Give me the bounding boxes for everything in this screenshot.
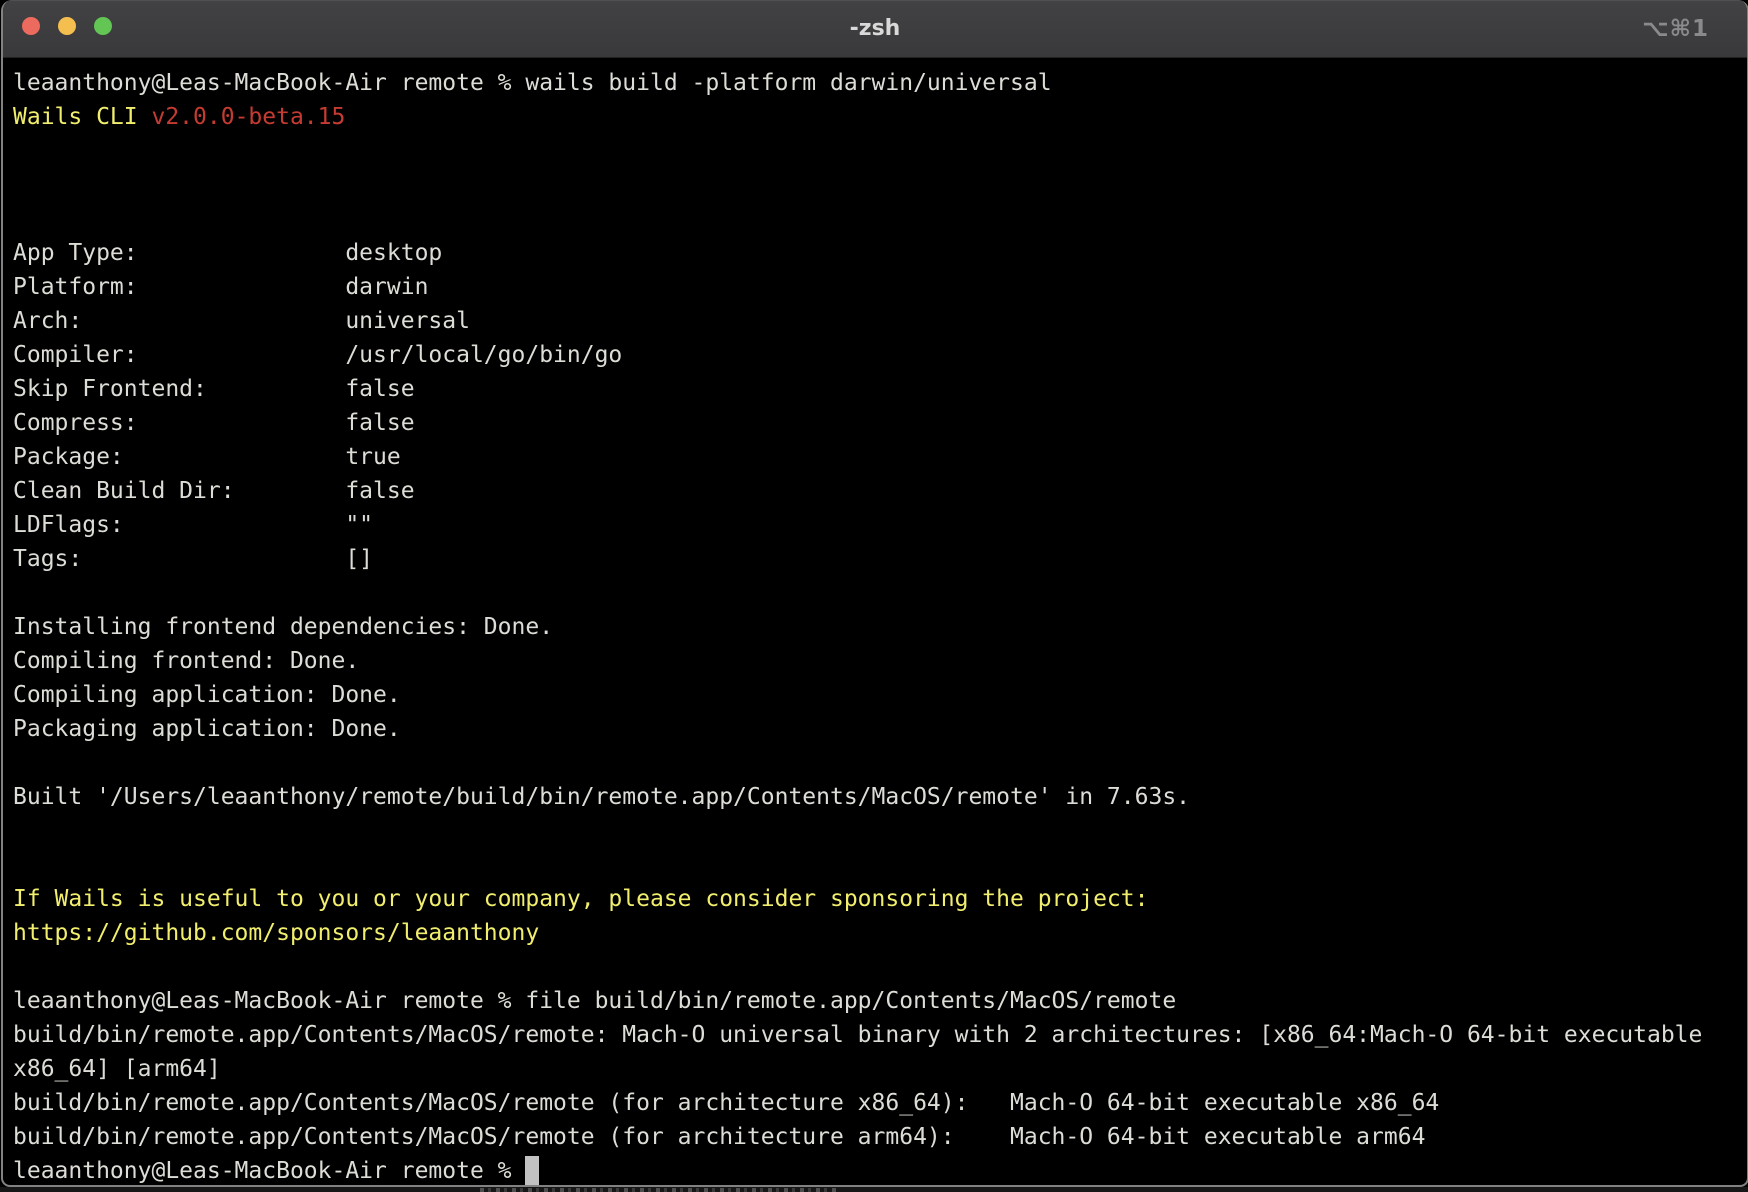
terminal-text-segment: leaanthony@Leas-MacBook-Air remote % xyxy=(13,1158,525,1184)
terminal-line: Package: true xyxy=(13,440,1737,474)
terminal-text-segment: build/bin/remote.app/Contents/MacOS/remo… xyxy=(13,1090,1439,1116)
close-button[interactable] xyxy=(22,17,40,35)
terminal-line xyxy=(13,576,1737,610)
terminal-line: LDFlags: "" xyxy=(13,508,1737,542)
terminal-text-segment: Compiling frontend: Done. xyxy=(13,648,359,674)
terminal-text-segment: LDFlags: "" xyxy=(13,512,373,538)
terminal-text-segment: Clean Build Dir: false xyxy=(13,478,415,504)
terminal-output[interactable]: leaanthony@Leas-MacBook-Air remote % wai… xyxy=(3,58,1747,1187)
terminal-line: Wails CLI v2.0.0-beta.15 xyxy=(13,100,1737,134)
terminal-text-segment: build/bin/remote.app/Contents/MacOS/remo… xyxy=(13,1022,1702,1048)
terminal-line: Installing frontend dependencies: Done. xyxy=(13,610,1737,644)
terminal-line: Platform: darwin xyxy=(13,270,1737,304)
terminal-line: Tags: [] xyxy=(13,542,1737,576)
terminal-text-segment: Packaging application: Done. xyxy=(13,716,401,742)
terminal-text-segment: https://github.com/sponsors/leaanthony xyxy=(13,920,539,946)
terminal-line xyxy=(13,950,1737,984)
terminal-text-segment: Installing frontend dependencies: Done. xyxy=(13,614,553,640)
minimize-button[interactable] xyxy=(58,17,76,35)
window-controls xyxy=(22,17,112,35)
terminal-text-segment: Package: true xyxy=(13,444,401,470)
terminal-text-segment: Skip Frontend: false xyxy=(13,376,415,402)
terminal-text-segment: leaanthony@Leas-MacBook-Air remote % wai… xyxy=(13,70,1052,96)
terminal-text-segment: v2.0.0-beta.15 xyxy=(151,104,345,130)
terminal-line xyxy=(13,814,1737,848)
cursor[interactable] xyxy=(525,1156,539,1185)
terminal-text-segment: Compiler: /usr/local/go/bin/go xyxy=(13,342,622,368)
terminal-text-segment: Wails CLI xyxy=(13,104,151,130)
terminal-line: Compress: false xyxy=(13,406,1737,440)
terminal-line: build/bin/remote.app/Contents/MacOS/remo… xyxy=(13,1120,1737,1154)
terminal-text-segment: App Type: desktop xyxy=(13,240,442,266)
terminal-line: leaanthony@Leas-MacBook-Air remote % xyxy=(13,1154,1737,1187)
terminal-line: Compiling frontend: Done. xyxy=(13,644,1737,678)
terminal-line: Clean Build Dir: false xyxy=(13,474,1737,508)
terminal-line xyxy=(13,746,1737,780)
window-title: -zsh xyxy=(3,0,1747,57)
terminal-text-segment: Platform: darwin xyxy=(13,274,428,300)
terminal-line xyxy=(13,848,1737,882)
terminal-text-segment: build/bin/remote.app/Contents/MacOS/remo… xyxy=(13,1124,1425,1150)
terminal-text-segment: Built '/Users/leaanthony/remote/build/bi… xyxy=(13,784,1190,810)
terminal-line: leaanthony@Leas-MacBook-Air remote % fil… xyxy=(13,984,1737,1018)
background-artifact xyxy=(480,1188,840,1192)
terminal-text-segment: Tags: [] xyxy=(13,546,373,572)
terminal-line: Compiler: /usr/local/go/bin/go xyxy=(13,338,1737,372)
terminal-line: Built '/Users/leaanthony/remote/build/bi… xyxy=(13,780,1737,814)
titlebar[interactable]: -zsh ⌥⌘1 xyxy=(3,0,1747,58)
terminal-line: x86_64] [arm64] xyxy=(13,1052,1737,1086)
terminal-text-segment: x86_64] [arm64] xyxy=(13,1056,221,1082)
terminal-text-segment: Arch: universal xyxy=(13,308,470,334)
terminal-text-segment: leaanthony@Leas-MacBook-Air remote % fil… xyxy=(13,988,1176,1014)
zoom-button[interactable] xyxy=(94,17,112,35)
terminal-line: Compiling application: Done. xyxy=(13,678,1737,712)
terminal-window: -zsh ⌥⌘1 leaanthony@Leas-MacBook-Air rem… xyxy=(1,0,1748,1187)
terminal-text-segment: If Wails is useful to you or your compan… xyxy=(13,886,1148,912)
terminal-line: https://github.com/sponsors/leaanthony xyxy=(13,916,1737,950)
terminal-text-segment: Compiling application: Done. xyxy=(13,682,401,708)
terminal-text-segment: Compress: false xyxy=(13,410,415,436)
tab-shortcut-hint: ⌥⌘1 xyxy=(1642,0,1709,57)
terminal-line: Skip Frontend: false xyxy=(13,372,1737,406)
terminal-line: App Type: desktop xyxy=(13,236,1737,270)
terminal-line: If Wails is useful to you or your compan… xyxy=(13,882,1737,916)
terminal-line xyxy=(13,202,1737,236)
terminal-line: Packaging application: Done. xyxy=(13,712,1737,746)
terminal-line: leaanthony@Leas-MacBook-Air remote % wai… xyxy=(13,66,1737,100)
terminal-line: Arch: universal xyxy=(13,304,1737,338)
terminal-line: build/bin/remote.app/Contents/MacOS/remo… xyxy=(13,1086,1737,1120)
terminal-line: build/bin/remote.app/Contents/MacOS/remo… xyxy=(13,1018,1737,1052)
background-window-sliver xyxy=(0,1187,1748,1192)
terminal-line xyxy=(13,134,1737,168)
terminal-line xyxy=(13,168,1737,202)
